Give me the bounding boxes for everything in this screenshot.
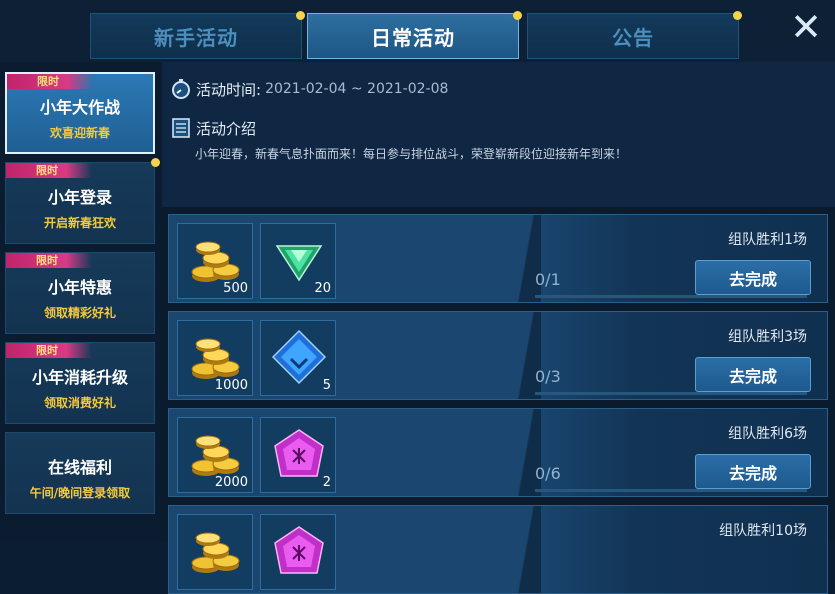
task-condition: 组队胜利1场 bbox=[728, 232, 807, 248]
sidebar-item-xiaonian-spend[interactable]: 限时 小年消耗升级 领取消费好礼 bbox=[5, 342, 155, 424]
sidebar-item-subtitle: 午间/晚间登录领取 bbox=[29, 485, 131, 500]
reward-item[interactable]: 5 bbox=[260, 320, 336, 396]
limited-time-flag: 限时 bbox=[7, 74, 93, 89]
reward-count: 2 bbox=[322, 475, 331, 490]
task-progress-text: 0/1 bbox=[535, 270, 561, 289]
sidebar-item-title: 小年登录 bbox=[47, 187, 112, 207]
reward-count: 1000 bbox=[214, 378, 248, 393]
sidebar-item-online-rewards[interactable]: 在线福利 午间/晚间登录领取 bbox=[5, 432, 155, 514]
activity-window: 新手活动 日常活动 公告 ✕ 限时 小年大作战 欢喜迎新春 限时 小年登录 开启… bbox=[0, 0, 835, 594]
task-condition: 组队胜利3场 bbox=[728, 329, 807, 345]
task-condition: 组队胜利10场 bbox=[719, 523, 807, 539]
activity-time-value: 2021-02-04 ~ 2021-02-08 bbox=[265, 81, 449, 97]
sidebar-item-subtitle: 领取精彩好礼 bbox=[43, 305, 116, 320]
notification-dot bbox=[296, 11, 305, 20]
tab-label: 公告 bbox=[612, 25, 654, 50]
sidebar-item-subtitle: 开启新春狂欢 bbox=[43, 215, 116, 230]
task-list[interactable]: 500 20 组队胜利1场 0/1 去完成 1000 5 组队胜利3场 0/3 去完成 2000 2 组… bbox=[162, 207, 835, 594]
sidebar-item-xiaonian-deals[interactable]: 限时 小年特惠 领取精彩好礼 bbox=[5, 252, 155, 334]
tab-newbie-activities[interactable]: 新手活动 bbox=[90, 11, 305, 59]
row-divider bbox=[511, 506, 541, 593]
activity-time-row: 活动时间: 2021-02-04 ~ 2021-02-08 bbox=[170, 78, 448, 100]
reward-count: 5 bbox=[322, 378, 331, 393]
reward-item[interactable]: 500 bbox=[177, 223, 253, 299]
document-icon bbox=[170, 117, 192, 139]
activity-time-label: 活动时间: bbox=[196, 80, 262, 99]
reward-item[interactable]: 20 bbox=[260, 223, 336, 299]
go-complete-button[interactable]: 去完成 bbox=[695, 260, 811, 295]
sidebar-item-subtitle: 欢喜迎新春 bbox=[49, 125, 110, 140]
reward-item[interactable]: 2 bbox=[260, 417, 336, 493]
task-progress-text: 0/6 bbox=[535, 464, 561, 483]
activity-intro-text: 小年迎春，新春气息扑面而来！每日参与排位战斗，荣登崭新段位迎接新年到来！ bbox=[195, 147, 628, 161]
task-row: 2000 2 组队胜利6场 0/6 去完成 bbox=[168, 408, 828, 497]
sidebar-item-subtitle: 领取消费好礼 bbox=[43, 395, 116, 410]
task-progress-bar bbox=[535, 489, 807, 492]
task-progress-bar bbox=[535, 295, 807, 298]
task-row: 1000 5 组队胜利3场 0/3 去完成 bbox=[168, 311, 828, 400]
task-row: 组队胜利10场 bbox=[168, 505, 828, 594]
activity-intro-row: 活动介绍 bbox=[170, 117, 256, 139]
activity-info-panel: 活动时间: 2021-02-04 ~ 2021-02-08 活动介绍 小年迎春，… bbox=[162, 62, 835, 207]
stopwatch-icon bbox=[170, 78, 192, 100]
sidebar-item-title: 小年消耗升级 bbox=[31, 367, 128, 387]
tab-label: 新手活动 bbox=[154, 25, 238, 50]
sidebar-item-title: 小年特惠 bbox=[47, 277, 112, 297]
reward-item[interactable]: 2000 bbox=[177, 417, 253, 493]
go-complete-button[interactable]: 去完成 bbox=[695, 454, 811, 489]
sidebar-item-title: 在线福利 bbox=[47, 457, 112, 477]
notification-dot bbox=[733, 11, 742, 20]
tab-label: 日常活动 bbox=[371, 25, 455, 50]
task-row: 500 20 组队胜利1场 0/1 去完成 bbox=[168, 214, 828, 303]
limited-time-flag: 限时 bbox=[6, 163, 92, 178]
activity-sidebar: 限时 小年大作战 欢喜迎新春 限时 小年登录 开启新春狂欢 限时 小年特惠 领取… bbox=[0, 62, 162, 541]
notification-dot bbox=[513, 11, 522, 20]
reward-item[interactable] bbox=[177, 514, 253, 590]
reward-count: 500 bbox=[223, 281, 248, 296]
tab-bar: 新手活动 日常活动 公告 ✕ bbox=[0, 0, 835, 62]
sidebar-item-xiaonian-battle[interactable]: 限时 小年大作战 欢喜迎新春 bbox=[5, 72, 155, 154]
close-icon: ✕ bbox=[790, 5, 822, 49]
reward-item[interactable]: 1000 bbox=[177, 320, 253, 396]
limited-time-flag: 限时 bbox=[6, 253, 92, 268]
reward-count: 20 bbox=[314, 281, 331, 296]
close-button[interactable]: ✕ bbox=[789, 8, 823, 46]
notification-dot bbox=[151, 158, 160, 167]
reward-item[interactable] bbox=[260, 514, 336, 590]
sidebar-item-xiaonian-login[interactable]: 限时 小年登录 开启新春狂欢 bbox=[5, 158, 160, 244]
activity-intro-label: 活动介绍 bbox=[196, 119, 257, 138]
reward-count: 2000 bbox=[214, 475, 248, 490]
limited-time-flag: 限时 bbox=[6, 343, 92, 358]
tab-daily-activities[interactable]: 日常活动 bbox=[307, 11, 522, 59]
task-progress-bar bbox=[535, 392, 807, 395]
go-complete-button[interactable]: 去完成 bbox=[695, 357, 811, 392]
task-condition: 组队胜利6场 bbox=[728, 426, 807, 442]
task-progress-text: 0/3 bbox=[535, 367, 561, 386]
tab-announcements[interactable]: 公告 bbox=[527, 11, 742, 59]
sidebar-item-title: 小年大作战 bbox=[39, 97, 120, 117]
